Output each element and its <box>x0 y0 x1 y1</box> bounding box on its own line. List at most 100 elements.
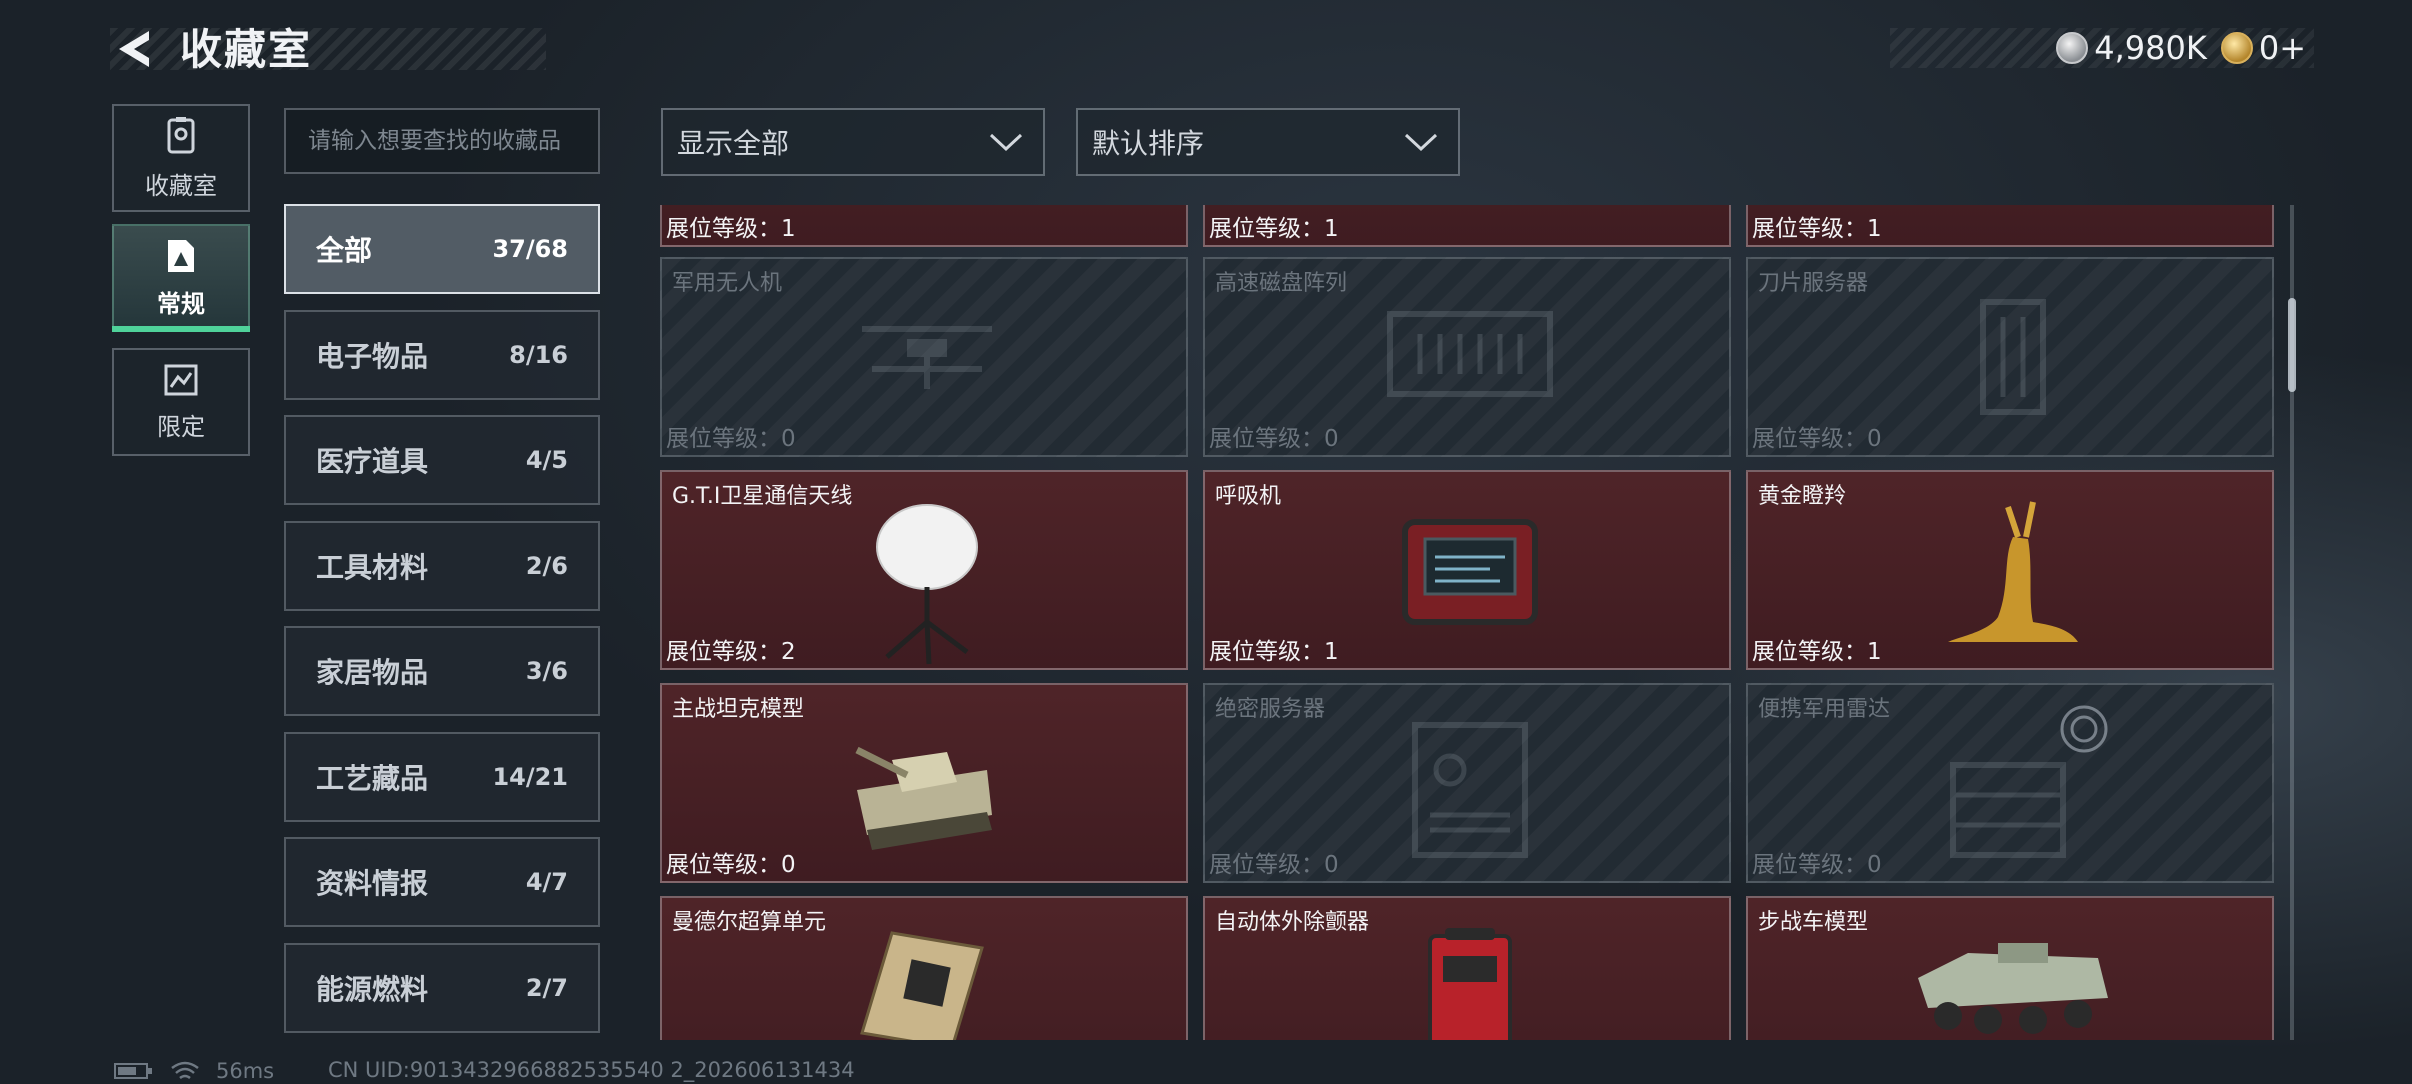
grid-scrollbar-thumb[interactable] <box>2288 298 2296 392</box>
category-label: 医疗道具 <box>316 445 429 478</box>
category-intel[interactable]: 资料情报 4/7 <box>284 837 600 927</box>
gold-coin-icon <box>2220 32 2253 64</box>
item-name: 步战车模型 <box>1758 910 1869 935</box>
battery-icon <box>114 1063 152 1079</box>
dropdown-value: 显示全部 <box>677 127 790 160</box>
category-label: 家居物品 <box>316 656 429 689</box>
collection-item-card[interactable]: 便携军用雷达 展位等级：0 <box>1746 683 2274 883</box>
category-label: 工具材料 <box>316 551 429 584</box>
category-label: 能源燃料 <box>316 973 429 1006</box>
blade-server-icon <box>1980 299 2046 415</box>
display-filter-dropdown[interactable]: 显示全部 <box>661 108 1045 176</box>
header-decoration <box>110 28 546 70</box>
tank-model-icon <box>855 746 992 850</box>
category-crafts[interactable]: 工艺藏品 14/21 <box>284 732 600 822</box>
item-display-level: 展位等级：1 <box>1752 639 1882 665</box>
collection-item-card[interactable]: 绝密服务器 展位等级：0 <box>1203 683 1731 883</box>
nav-tab-label: 限定 <box>157 412 205 441</box>
ifv-model-icon <box>1918 943 2108 1034</box>
category-count: 4/7 <box>525 868 568 896</box>
category-tools[interactable]: 工具材料 2/6 <box>284 521 600 611</box>
currency-bar: 4,980K 0+ <box>1890 28 2314 68</box>
collection-item-card[interactable]: 曼德尔超算单元 <box>660 896 1188 1040</box>
collection-item-card[interactable]: 展位等级：1 <box>1203 205 1731 247</box>
item-display-level: 展位等级：0 <box>1752 426 1882 452</box>
back-arrow-icon <box>119 31 149 67</box>
supercomputer-unit-icon <box>860 931 984 1040</box>
category-energy[interactable]: 能源燃料 2/7 <box>284 943 600 1033</box>
category-count: 8/16 <box>509 341 568 369</box>
golden-gazelle-icon <box>1948 501 2078 642</box>
radar-scan-icon <box>2060 705 2108 753</box>
item-name: 呼吸机 <box>1215 484 1282 509</box>
item-name: 军用无人机 <box>672 271 783 296</box>
item-display-level: 展位等级：0 <box>1209 426 1339 452</box>
back-button[interactable] <box>110 24 156 74</box>
collection-item-card[interactable]: 刀片服务器 展位等级：0 <box>1746 257 2274 457</box>
item-display-level: 展位等级：1 <box>1209 639 1339 665</box>
page-title: 收藏室 <box>180 25 313 74</box>
collection-item-card[interactable]: 展位等级：1 <box>660 205 1188 247</box>
collection-item-card[interactable]: 高速磁盘阵列 展位等级：0 <box>1203 257 1731 457</box>
collection-item-card[interactable]: 军用无人机 展位等级：0 <box>660 257 1188 457</box>
category-count: 2/6 <box>525 552 568 580</box>
search-input[interactable] <box>284 108 600 174</box>
collection-item-card[interactable]: 主战坦克模型 展位等级：0 <box>660 683 1188 883</box>
item-display-level: 展位等级：0 <box>666 852 796 878</box>
gold-currency[interactable]: 0+ <box>2220 29 2306 67</box>
network-ping: 56ms <box>216 1059 275 1083</box>
collection-room-icon <box>167 116 195 153</box>
chevron-down-icon <box>1404 133 1438 152</box>
sort-dropdown[interactable]: 默认排序 <box>1076 108 1460 176</box>
collection-item-card[interactable]: 黄金瞪羚 展位等级：1 <box>1746 470 2274 670</box>
user-uid: CN UID:9013432966882535540 2_20260613143… <box>328 1058 855 1082</box>
wifi-icon <box>171 1061 199 1080</box>
item-name: 刀片服务器 <box>1758 271 1869 296</box>
collection-item-card[interactable]: G.T.I卫星通信天线 展位等级：2 <box>660 470 1188 670</box>
drone-icon <box>862 326 992 389</box>
category-label: 电子物品 <box>316 340 429 373</box>
category-medical[interactable]: 医疗道具 4/5 <box>284 415 600 505</box>
nav-tab-collection-room[interactable]: 收藏室 <box>112 104 250 212</box>
item-display-level: 展位等级：1 <box>666 216 796 242</box>
category-label: 资料情报 <box>316 867 429 900</box>
category-label: 工艺藏品 <box>316 762 429 795</box>
silver-coin-icon <box>2056 32 2089 64</box>
category-all[interactable]: 全部 37/68 <box>284 204 600 294</box>
category-count: 4/5 <box>525 446 568 474</box>
ventilator-icon <box>1402 519 1538 625</box>
silver-currency[interactable]: 4,980K <box>2056 29 2207 67</box>
limited-items-icon <box>164 364 198 395</box>
item-name: 高速磁盘阵列 <box>1215 271 1348 296</box>
item-display-level: 展位等级：0 <box>1209 852 1339 878</box>
category-household[interactable]: 家居物品 3/6 <box>284 626 600 716</box>
disk-array-icon <box>1387 311 1553 397</box>
chevron-down-icon <box>989 133 1023 152</box>
item-name: G.T.I卫星通信天线 <box>672 484 853 509</box>
category-count: 14/21 <box>492 763 568 791</box>
item-display-level: 展位等级：1 <box>1209 216 1339 242</box>
nav-tab-limited[interactable]: 限定 <box>112 348 250 456</box>
category-count: 2/7 <box>525 974 568 1002</box>
item-display-level: 展位等级：0 <box>1752 852 1882 878</box>
server-icon <box>1412 722 1528 858</box>
satellite-dish-icon <box>876 504 978 665</box>
item-display-level: 展位等级：2 <box>666 639 796 665</box>
item-name: 主战坦克模型 <box>672 697 805 722</box>
defibrillator-icon <box>1428 928 1512 1040</box>
category-count: 3/6 <box>525 657 568 685</box>
collection-item-card[interactable]: 展位等级：1 <box>1746 205 2274 247</box>
category-count: 37/68 <box>492 235 568 263</box>
portable-radar-icon <box>1950 762 2066 858</box>
status-bar: 56ms <box>114 1058 274 1084</box>
category-label: 全部 <box>316 234 373 267</box>
nav-tab-label: 收藏室 <box>145 171 217 200</box>
item-name: 曼德尔超算单元 <box>672 910 827 935</box>
collection-item-card[interactable]: 步战车模型 <box>1746 896 2274 1040</box>
category-electronics[interactable]: 电子物品 8/16 <box>284 310 600 400</box>
nav-tab-regular[interactable]: 常规 <box>112 224 250 332</box>
collection-item-card[interactable]: 呼吸机 展位等级：1 <box>1203 470 1731 670</box>
collection-item-card[interactable]: 自动体外除颤器 <box>1203 896 1731 1040</box>
dropdown-value: 默认排序 <box>1092 127 1205 160</box>
nav-tab-label: 常规 <box>157 289 205 318</box>
